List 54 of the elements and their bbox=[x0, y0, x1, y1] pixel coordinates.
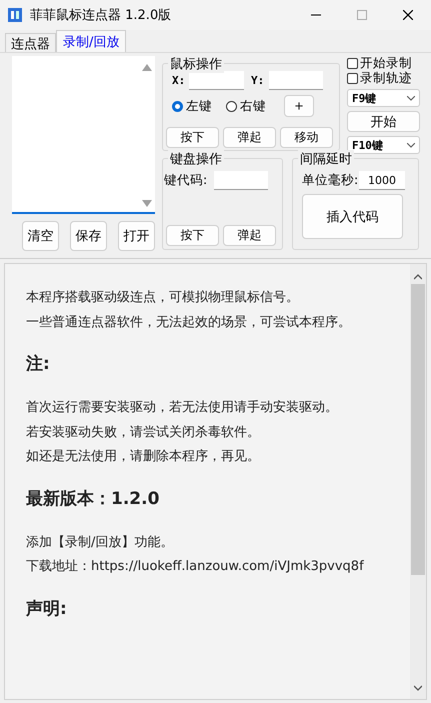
input-field[interactable] bbox=[269, 71, 323, 90]
button[interactable]: 保存 bbox=[70, 221, 107, 251]
scroll-down-icon[interactable] bbox=[142, 200, 152, 207]
dropdown[interactable]: F10键 bbox=[347, 136, 420, 154]
chevron-down-icon[interactable] bbox=[414, 685, 422, 691]
section-heading: 声明: bbox=[26, 598, 68, 620]
radio-button[interactable]: 左键 bbox=[172, 98, 212, 114]
paragraph: 若安装驱动失败，请尝试关闭杀毒软件。 bbox=[26, 424, 261, 442]
button[interactable]: 按下 bbox=[166, 225, 219, 246]
chevron-down-icon bbox=[407, 96, 415, 100]
radio-button[interactable]: 右键 bbox=[226, 98, 266, 114]
button[interactable]: 打开 bbox=[118, 221, 155, 251]
input-field[interactable]: 1000 bbox=[359, 171, 405, 190]
paragraph: 下载地址：https://luokeff.lanzouw.com/iVJmk3pvvq8f bbox=[26, 558, 365, 576]
checkbox[interactable]: 录制轨迹 bbox=[347, 71, 420, 85]
button[interactable]: 按下 bbox=[166, 127, 219, 148]
close-icon[interactable] bbox=[403, 10, 413, 20]
checkbox-box[interactable] bbox=[347, 72, 358, 84]
button[interactable]: 弹起 bbox=[223, 225, 276, 246]
radio-circle[interactable] bbox=[226, 100, 237, 112]
button[interactable]: 弹起 bbox=[223, 127, 276, 148]
scrollbar[interactable] bbox=[410, 264, 426, 699]
scroll-up-icon[interactable] bbox=[142, 64, 152, 71]
group-title: 键盘操作 bbox=[168, 150, 224, 168]
tab[interactable]: 录制/回放 bbox=[56, 30, 126, 52]
section-heading: 最新版本：1.2.0 bbox=[26, 488, 160, 510]
add-button[interactable]: ＋ bbox=[284, 95, 314, 117]
paragraph: 添加【录制/回放】功能。 bbox=[26, 534, 174, 552]
checkbox-box[interactable] bbox=[347, 58, 358, 68]
window-title: 菲菲鼠标连点器 1.2.0版 bbox=[30, 7, 172, 24]
start-button[interactable]: 开始 bbox=[347, 111, 420, 132]
chevron-up-icon[interactable] bbox=[414, 274, 422, 280]
paragraph: 本程序搭载驱动级连点，可模拟物理鼠标信号。 bbox=[26, 289, 300, 307]
tab[interactable]: 连点器 bbox=[5, 33, 56, 52]
field-label: X: bbox=[172, 74, 186, 87]
paragraph: 首次运行需要安装驱动，若无法使用请手动安装驱动。 bbox=[26, 399, 339, 417]
chevron-down-icon bbox=[407, 142, 415, 148]
field-label: Y: bbox=[251, 74, 266, 87]
field-label: 键代码: bbox=[164, 172, 208, 189]
group-title: 鼠标操作 bbox=[168, 55, 224, 73]
button[interactable]: 移动 bbox=[280, 127, 333, 148]
insert-code-button[interactable]: 插入代码 bbox=[302, 194, 403, 239]
radio-circle[interactable] bbox=[172, 100, 183, 112]
field-label: 单位毫秒: bbox=[302, 172, 359, 189]
button[interactable]: 清空 bbox=[22, 221, 59, 251]
paragraph: 一些普通连点器软件，无法起效的场景，可尝试本程序。 bbox=[26, 314, 352, 332]
input-field[interactable] bbox=[189, 71, 244, 90]
input-field[interactable] bbox=[214, 171, 268, 190]
group-title: 间隔延时 bbox=[298, 150, 354, 168]
paragraph: 如还是无法使用，请删除本程序，再见。 bbox=[26, 448, 261, 466]
dropdown[interactable]: F9键 bbox=[347, 89, 420, 107]
checkbox[interactable]: 开始录制 bbox=[347, 56, 420, 70]
app-icon bbox=[8, 8, 22, 22]
section-heading: 注: bbox=[26, 353, 51, 376]
